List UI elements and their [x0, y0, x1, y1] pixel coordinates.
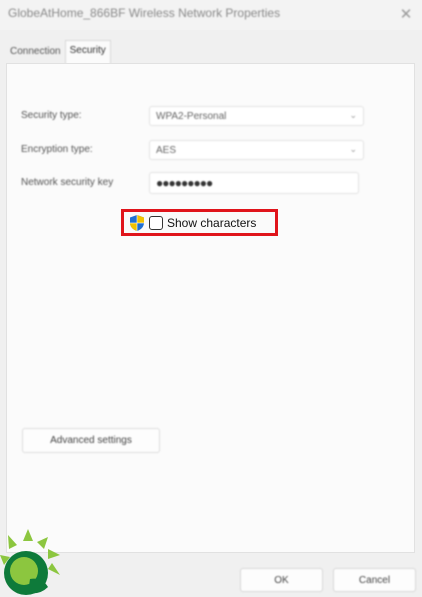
close-icon: ✕: [399, 6, 413, 23]
chevron-down-icon: ⌄: [349, 110, 357, 120]
sun-logo-icon: [0, 529, 60, 595]
window-title: GlobeAtHome_866BF Wireless Network Prope…: [8, 6, 281, 20]
network-key-input[interactable]: ●●●●●●●●●: [149, 172, 359, 194]
title-bar: GlobeAtHome_866BF Wireless Network Prope…: [0, 0, 422, 30]
ok-button[interactable]: OK: [240, 568, 323, 592]
security-type-label: Security type:: [21, 110, 82, 121]
network-key-label: Network security key: [21, 177, 114, 188]
tab-security[interactable]: Security: [64, 40, 111, 65]
chevron-down-icon: ⌄: [349, 144, 357, 154]
network-key-value: ●●●●●●●●●: [156, 176, 213, 190]
security-type-select[interactable]: WPA2-Personal ⌄: [149, 106, 364, 126]
encryption-type-select[interactable]: AES ⌄: [149, 140, 364, 160]
uac-shield-icon: [130, 214, 144, 231]
tab-strip: Connection Security: [6, 40, 111, 65]
cancel-button[interactable]: Cancel: [333, 568, 416, 592]
tab-connection[interactable]: Connection: [6, 42, 65, 64]
security-type-value: WPA2-Personal: [156, 111, 227, 122]
close-button[interactable]: ✕: [390, 0, 422, 28]
advanced-settings-button[interactable]: Advanced settings: [22, 428, 160, 453]
show-characters-label[interactable]: Show characters: [167, 216, 256, 230]
show-characters-highlight: Show characters: [121, 209, 278, 236]
show-characters-checkbox[interactable]: [149, 215, 163, 230]
security-panel: Security type: WPA2-Personal ⌄ Encryptio…: [6, 63, 415, 553]
encryption-type-label: Encryption type:: [21, 144, 93, 155]
encryption-type-value: AES: [156, 145, 177, 156]
